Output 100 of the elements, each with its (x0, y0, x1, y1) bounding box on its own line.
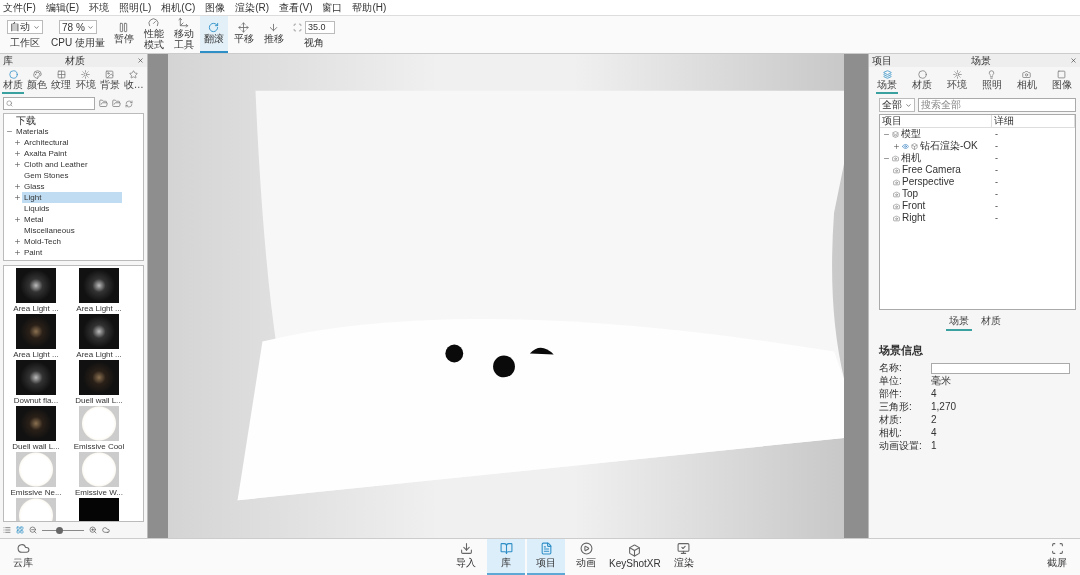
tree-item[interactable]: Cloth and Leather (22, 159, 90, 170)
tool-button[interactable]: 平移 (229, 16, 258, 53)
tool-button[interactable]: 性能模式 (139, 16, 168, 53)
cloud-icon[interactable] (102, 526, 110, 534)
eye-icon[interactable] (902, 142, 909, 150)
tree-item[interactable]: Right (902, 212, 926, 224)
search-field[interactable]: 搜索全部 (918, 98, 1076, 112)
material-thumbnail[interactable] (79, 452, 119, 487)
material-thumbnail[interactable] (79, 314, 119, 349)
tree-item[interactable]: Materials (14, 126, 51, 137)
tree-item[interactable]: Liquids (22, 203, 52, 214)
bottom-button[interactable]: 导入 (447, 539, 485, 575)
list-view-icon[interactable] (3, 526, 11, 534)
sub-tab[interactable]: 场景 (945, 314, 972, 331)
tool-button[interactable]: 暂停 (109, 16, 138, 53)
material-thumbnail[interactable] (79, 268, 119, 303)
bottom-button[interactable]: 库 (487, 539, 525, 575)
menu-item[interactable]: 编辑(E) (45, 0, 80, 15)
material-thumbnail[interactable] (16, 452, 56, 487)
fov-icon (292, 22, 302, 32)
menu-item[interactable]: 照明(L) (119, 0, 152, 15)
cpu-dropdown[interactable]: 78 % (59, 20, 97, 34)
scene-tab[interactable]: 照明 (980, 69, 1003, 94)
expand-icon[interactable] (14, 238, 21, 245)
material-thumbnail[interactable] (79, 406, 119, 441)
expand-icon[interactable] (14, 183, 21, 190)
tree-item[interactable]: Top (902, 188, 919, 200)
library-tab[interactable]: 材质 (2, 69, 25, 94)
tool-button[interactable]: 推移 (259, 16, 288, 53)
grid-view-icon[interactable] (16, 526, 24, 534)
scene-tab[interactable]: 相机 (1015, 69, 1038, 94)
refresh-icon[interactable] (125, 99, 133, 108)
tree-item[interactable]: Light (22, 192, 122, 203)
bottom-button[interactable]: 渲染 (664, 539, 703, 575)
tree-item[interactable]: 钻石渲染-OK (920, 140, 978, 152)
info-value: 2 (931, 414, 938, 426)
tool-button[interactable]: 翻滚 (199, 16, 228, 53)
tree-item[interactable]: Paint (22, 247, 45, 258)
tree-item[interactable]: 下载 (14, 115, 38, 126)
tree-item[interactable]: Axalta Paint (22, 148, 69, 159)
collapse-icon[interactable] (6, 128, 13, 135)
menu-item[interactable]: 相机(C) (161, 0, 196, 15)
tree-item[interactable]: 模型 (901, 128, 921, 140)
material-thumbnail[interactable] (16, 406, 56, 441)
tree-item[interactable]: Metal (22, 214, 46, 225)
arrow-down-icon (268, 22, 280, 34)
tool-button[interactable]: 移动工具 (169, 16, 198, 53)
expand-icon[interactable] (14, 249, 21, 256)
zoom-out-icon[interactable] (29, 526, 37, 534)
expand-icon[interactable] (14, 139, 21, 146)
material-thumbnail[interactable] (79, 360, 119, 395)
screenshot-button[interactable]: 截屏 (1038, 539, 1076, 575)
menu-item[interactable]: 图像 (205, 0, 226, 15)
library-tab[interactable]: 纹理 (50, 69, 73, 94)
menu-item[interactable]: 文件(F) (3, 0, 36, 15)
menu-item[interactable]: 帮助(H) (352, 0, 387, 15)
library-tab[interactable]: 收… (122, 69, 145, 94)
bottom-button[interactable]: 动画 (567, 539, 605, 575)
tree-item[interactable]: Front (902, 200, 926, 212)
expand-icon[interactable] (14, 161, 21, 168)
library-tab[interactable]: 背景 (98, 69, 121, 94)
menu-item[interactable]: 环境 (89, 0, 110, 15)
cube-icon (628, 543, 642, 557)
scene-tab[interactable]: 场景 (876, 69, 899, 94)
tree-item[interactable]: Perspective (902, 176, 955, 188)
name-field[interactable] (931, 362, 1070, 374)
menu-item[interactable]: 渲染(R) (235, 0, 270, 15)
expand-icon[interactable] (14, 150, 21, 157)
menu-item[interactable]: 查看(V) (279, 0, 313, 15)
menu-item[interactable]: 窗口 (322, 0, 343, 15)
scene-tab[interactable]: 环境 (946, 69, 969, 94)
expand-icon[interactable] (893, 142, 900, 150)
scene-tab[interactable]: 材质 (911, 69, 934, 94)
material-thumbnail[interactable] (16, 314, 56, 349)
material-thumbnail[interactable] (16, 360, 56, 395)
tree-item[interactable]: Glass (22, 181, 47, 192)
tree-item[interactable]: Miscellaneous (22, 225, 77, 236)
bottom-button[interactable]: 项目 (527, 539, 565, 575)
filter-dropdown[interactable]: 全部 (879, 98, 915, 112)
workspace-dropdown[interactable]: 自动 (7, 20, 43, 34)
close-icon[interactable] (137, 57, 144, 64)
expand-icon[interactable] (14, 194, 21, 201)
tree-item[interactable]: Free Camera (902, 164, 961, 176)
bottom-button[interactable]: KeyShotXR (607, 539, 663, 575)
close-icon[interactable] (1070, 57, 1077, 64)
scene-tab[interactable]: 图像 (1050, 69, 1073, 94)
search-field[interactable] (3, 97, 95, 110)
expand-icon[interactable] (14, 216, 21, 223)
slider-thumb[interactable] (55, 526, 63, 534)
sub-tab[interactable]: 材质 (977, 314, 1004, 331)
zoom-in-icon[interactable] (89, 526, 97, 534)
library-tab[interactable]: 颜色 (26, 69, 49, 94)
tree-item[interactable]: 相机 (901, 152, 921, 164)
tree-item[interactable]: Mold-Tech (22, 236, 63, 247)
cloud-library-button[interactable]: 云库 (4, 539, 42, 575)
material-thumbnail[interactable] (16, 268, 56, 303)
tree-item[interactable]: Gem Stones (22, 170, 71, 181)
fov-field[interactable]: 35.0 (304, 20, 335, 34)
tree-item[interactable]: Architectural (22, 137, 71, 148)
library-tab[interactable]: 环境 (74, 69, 97, 94)
